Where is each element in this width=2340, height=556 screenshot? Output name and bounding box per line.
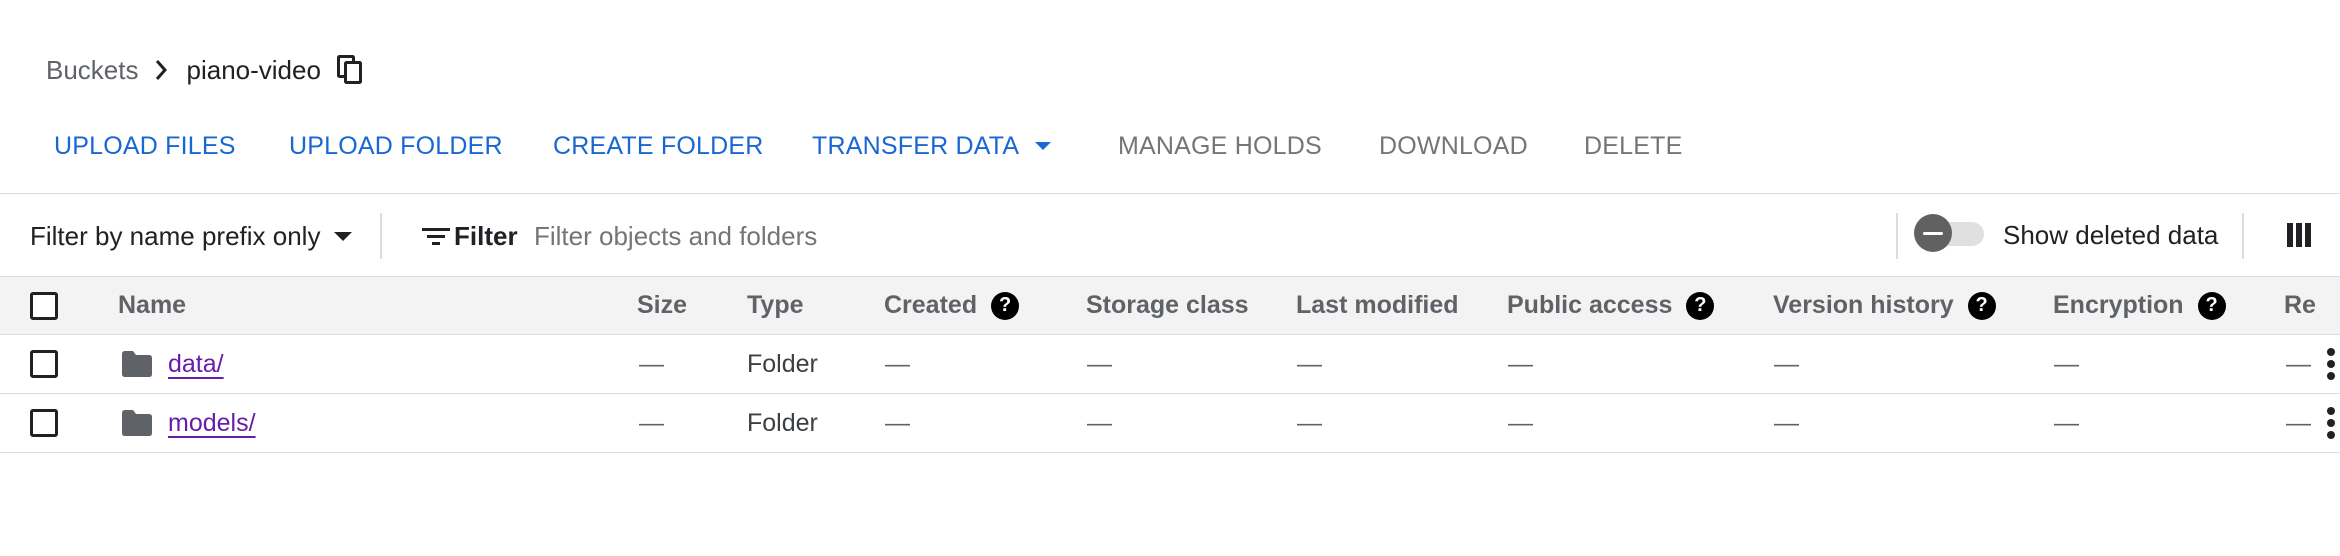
breadcrumb-buckets-link[interactable]: Buckets [46,55,139,86]
version-history-cell: — [1774,349,1799,378]
view-column-icon[interactable] [2286,222,2312,248]
show-deleted-toggle[interactable] [1914,214,1986,252]
objects-table: Name Size Type Created ? Storage class L… [0,277,2340,453]
delete-button[interactable]: DELETE [1584,120,1682,172]
name-cell: models/ [122,394,256,452]
row-select-cell [30,335,58,393]
column-header-size[interactable]: Size [637,277,687,334]
storage-class-cell: — [1087,349,1112,378]
transfer-data-label: TRANSFER DATA [812,131,1020,160]
column-header-encryption-label: Encryption [2053,291,2184,319]
size-cell: — [639,408,664,437]
show-deleted-label: Show deleted data [2003,219,2219,250]
column-header-version-history[interactable]: Version history ? [1773,277,1996,334]
filter-bar: Filter by name prefix only Filter [0,193,2340,277]
divider [2242,213,2244,259]
folder-icon [122,351,152,377]
type-cell: Folder [747,349,818,378]
help-icon[interactable]: ? [991,291,1020,320]
help-icon[interactable]: ? [1967,291,1996,320]
row-checkbox[interactable] [30,350,58,378]
filter-objects-input[interactable] [534,214,1834,258]
chevron-right-icon [147,50,175,90]
divider [1896,213,1898,259]
public-access-cell: — [1508,349,1533,378]
upload-files-button[interactable]: UPLOAD FILES [54,120,236,172]
breadcrumb-current-bucket: piano-video [186,54,321,85]
public-access-cell: — [1508,408,1533,437]
create-folder-button[interactable]: CREATE FOLDER [553,120,764,172]
folder-icon [122,410,152,436]
select-all-cell [30,277,58,334]
name-cell: data/ [122,335,224,393]
column-header-retention[interactable]: Re [2284,277,2316,334]
caret-down-icon [334,231,353,241]
column-header-type[interactable]: Type [747,277,804,334]
folder-link[interactable]: models/ [168,409,256,438]
column-header-storage-class[interactable]: Storage class [1086,277,1249,334]
column-header-public-access[interactable]: Public access ? [1507,277,1715,334]
table-header: Name Size Type Created ? Storage class L… [0,277,2340,335]
manage-holds-button[interactable]: MANAGE HOLDS [1118,120,1322,172]
help-icon[interactable]: ? [2197,291,2226,320]
size-cell: — [639,349,664,378]
column-header-last-modified[interactable]: Last modified [1296,277,1459,334]
download-button[interactable]: DOWNLOAD [1379,120,1528,172]
more-vert-icon[interactable] [2324,407,2338,439]
filter-list-icon [422,228,450,245]
transfer-data-dropdown[interactable]: TRANSFER DATA [812,120,1052,172]
filter-mode-select[interactable]: Filter by name prefix only [30,194,353,278]
copy-icon[interactable] [335,52,365,88]
encryption-cell: — [2054,349,2079,378]
column-header-public-access-label: Public access [1507,291,1673,319]
storage-class-cell: — [1087,408,1112,437]
caret-down-icon [1035,142,1052,150]
filter-label: Filter [454,220,518,251]
row-select-cell [30,394,58,452]
help-icon[interactable]: ? [1686,291,1715,320]
version-history-cell: — [1774,408,1799,437]
filter-button[interactable]: Filter [422,194,518,278]
table-row: data/ — Folder — — — — — — — [0,335,2340,394]
row-checkbox[interactable] [30,409,58,437]
table-row: models/ — Folder — — — — — — — [0,394,2340,453]
retention-cell: — [2286,408,2311,437]
encryption-cell: — [2054,408,2079,437]
last-modified-cell: — [1297,349,1322,378]
created-cell: — [885,408,910,437]
breadcrumb: Buckets piano-video [46,50,365,90]
retention-cell: — [2286,349,2311,378]
filter-mode-label: Filter by name prefix only [30,220,321,251]
column-header-name[interactable]: Name [118,277,186,334]
column-header-encryption[interactable]: Encryption ? [2053,277,2226,334]
column-header-created[interactable]: Created ? [884,277,1020,334]
column-header-created-label: Created [884,291,978,319]
created-cell: — [885,349,910,378]
divider [380,213,382,259]
column-header-version-history-label: Version history [1773,291,1954,319]
select-all-checkbox[interactable] [30,291,58,320]
more-vert-icon[interactable] [2324,348,2338,380]
toggle-off-icon [1914,214,1952,252]
folder-link[interactable]: data/ [168,350,224,379]
upload-folder-button[interactable]: UPLOAD FOLDER [289,120,503,172]
type-cell: Folder [747,408,818,437]
last-modified-cell: — [1297,408,1322,437]
